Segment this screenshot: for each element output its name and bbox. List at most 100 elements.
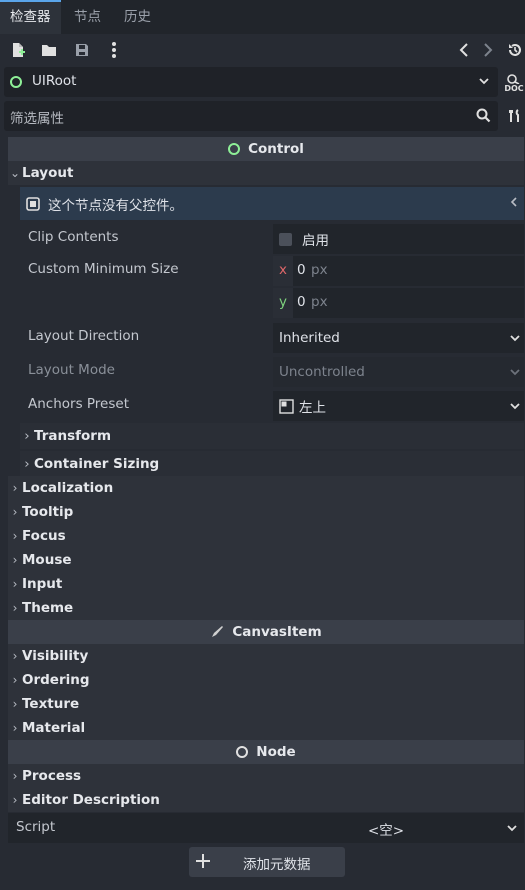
layout-mode-label: Layout Mode <box>28 362 115 378</box>
tab-inspector-label: 检查器 <box>10 9 51 25</box>
chevron-right-icon: › <box>12 673 18 687</box>
group-label: Tooltip <box>22 504 74 520</box>
tools-icon[interactable] <box>506 104 524 128</box>
y-unit: px <box>311 294 328 310</box>
node-selector[interactable]: UIRoot <box>4 67 498 97</box>
section-canvas-item-label: CanvasItem <box>232 624 322 640</box>
checkbox[interactable] <box>279 232 292 246</box>
subgroup-container-sizing[interactable]: › Container Sizing <box>20 451 524 477</box>
x-unit: px <box>311 262 328 278</box>
clip-contents-toggle[interactable]: 启用 <box>273 224 524 254</box>
chevron-right-icon: › <box>12 505 18 519</box>
script-row: Script <空> <box>8 813 524 843</box>
group-focus[interactable]: › Focus <box>8 524 524 548</box>
min-size-x-field[interactable]: x 0 px <box>273 256 524 286</box>
group-layout-label: Layout <box>22 165 74 181</box>
object-history-icon[interactable] <box>506 40 524 60</box>
section-control: Control <box>8 137 524 161</box>
no-parent-warning: 这个节点没有父控件。 <box>20 187 524 220</box>
save-icon[interactable] <box>72 40 92 60</box>
layout-direction-dropdown[interactable]: Inherited <box>273 323 524 353</box>
chevron-right-icon: › <box>12 529 18 543</box>
tab-node-label: 节点 <box>74 9 101 25</box>
section-control-label: Control <box>248 141 304 157</box>
group-visibility[interactable]: › Visibility <box>8 644 524 668</box>
group-layout[interactable]: ⌄ Layout <box>8 161 524 185</box>
open-folder-icon[interactable] <box>39 40 59 60</box>
chevron-right-icon: › <box>12 601 18 615</box>
group-label: Visibility <box>22 648 89 664</box>
inspector-tabbar: 检查器 节点 历史 <box>0 0 525 34</box>
add-metadata-button[interactable]: 添加元数据 <box>189 847 345 877</box>
group-label: Editor Description <box>22 792 160 808</box>
group-label: Texture <box>22 696 80 712</box>
chevron-right-icon: › <box>12 553 18 567</box>
chevron-left-icon[interactable] <box>510 196 518 212</box>
layout-direction-value: Inherited <box>279 330 340 346</box>
control-frame-icon <box>26 196 40 211</box>
layout-direction-label: Layout Direction <box>28 328 140 344</box>
group-label: Material <box>22 720 86 736</box>
group-localization[interactable]: › Localization <box>8 476 524 500</box>
group-editor-description[interactable]: › Editor Description <box>8 788 524 812</box>
group-label: Theme <box>22 600 74 616</box>
add-metadata-label: 添加元数据 <box>243 857 311 873</box>
anchors-preset-label: Anchors Preset <box>28 396 129 412</box>
custom-min-size-label: Custom Minimum Size <box>28 261 179 277</box>
script-value[interactable]: <空> <box>368 819 404 839</box>
checkbox-label: 启用 <box>302 233 329 249</box>
chevron-right-icon: › <box>24 428 30 444</box>
control-icon <box>228 143 241 155</box>
docs-icon[interactable]: DOC <box>504 70 524 96</box>
chevron-down-icon <box>509 400 521 416</box>
layout-mode-value: Uncontrolled <box>279 364 365 380</box>
history-forward-icon[interactable] <box>480 40 496 60</box>
min-size-y-field[interactable]: y 0 px <box>273 288 524 318</box>
chevron-down-icon <box>478 75 490 91</box>
filter-properties-field[interactable]: 筛选属性 <box>4 101 498 131</box>
group-process[interactable]: › Process <box>8 764 524 788</box>
inspector-toolbar <box>0 34 525 66</box>
group-texture[interactable]: › Texture <box>8 692 524 716</box>
group-label: Mouse <box>22 552 72 568</box>
section-node-label: Node <box>256 744 296 760</box>
group-mouse[interactable]: › Mouse <box>8 548 524 572</box>
chevron-down-icon <box>509 366 521 382</box>
more-options-icon[interactable] <box>104 40 124 60</box>
section-node: Node <box>8 740 524 764</box>
tab-history-label: 历史 <box>124 9 151 25</box>
group-input[interactable]: › Input <box>8 572 524 596</box>
group-label: Ordering <box>22 672 90 688</box>
chevron-right-icon: › <box>12 721 18 735</box>
anchors-preset-dropdown[interactable]: 左上 <box>273 391 524 421</box>
chevron-down-icon <box>509 332 521 348</box>
group-material[interactable]: › Material <box>8 716 524 740</box>
chevron-right-icon: › <box>12 697 18 711</box>
tab-node[interactable]: 节点 <box>64 0 111 34</box>
chevron-right-icon: › <box>24 456 30 472</box>
group-theme[interactable]: › Theme <box>8 596 524 620</box>
chevron-right-icon: › <box>12 769 18 783</box>
chevron-right-icon: › <box>12 649 18 663</box>
node-name: UIRoot <box>32 73 77 89</box>
min-size-y-value[interactable]: 0 <box>297 294 306 310</box>
control-node-icon <box>10 76 22 88</box>
chevron-down-icon[interactable] <box>506 822 518 838</box>
filter-input[interactable]: 筛选属性 <box>10 107 64 127</box>
subgroup-transform[interactable]: › Transform <box>20 423 524 449</box>
anchors-preset-value: 左上 <box>299 400 326 416</box>
new-resource-icon[interactable] <box>8 40 28 60</box>
tab-inspector[interactable]: 检查器 <box>0 0 61 34</box>
anchor-top-left-icon <box>279 398 294 414</box>
group-tooltip[interactable]: › Tooltip <box>8 500 524 524</box>
clip-contents-label: Clip Contents <box>28 229 119 245</box>
history-back-icon[interactable] <box>456 40 472 60</box>
tab-history[interactable]: 历史 <box>114 0 161 34</box>
group-ordering[interactable]: › Ordering <box>8 668 524 692</box>
min-size-x-value[interactable]: 0 <box>297 262 306 278</box>
chevron-right-icon: › <box>12 481 18 495</box>
docs-icon-text: DOC <box>504 83 524 93</box>
x-axis-label: x <box>273 256 293 286</box>
plus-icon <box>195 853 211 873</box>
node-icon <box>236 746 249 758</box>
